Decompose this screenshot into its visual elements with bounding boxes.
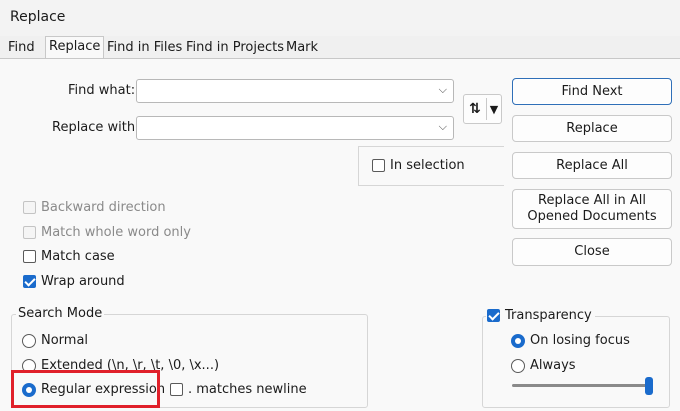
matches-newline-checkbox[interactable] <box>170 383 183 396</box>
always-radio[interactable] <box>511 358 525 373</box>
chevron-down-icon[interactable]: ⌵ <box>439 120 447 134</box>
swap-arrows-icon[interactable]: ⇅ <box>464 101 486 117</box>
match-case-checkbox[interactable] <box>23 250 36 263</box>
on-losing-focus-radio[interactable] <box>511 333 525 348</box>
match-case-option[interactable]: Match case <box>23 249 115 264</box>
swap-find-replace-button[interactable]: ⇅ ▼ <box>463 94 502 124</box>
transparency-option[interactable]: Transparency <box>486 308 595 323</box>
title-bar: Replace <box>0 0 680 36</box>
in-selection-checkbox[interactable] <box>372 159 385 172</box>
always-label: Always <box>530 358 576 373</box>
regex-highlight-box <box>11 370 160 408</box>
tab-find[interactable]: Find <box>4 37 39 59</box>
tab-find-in-files[interactable]: Find in Files <box>103 37 186 59</box>
find-what-combobox[interactable]: ⌵ <box>136 79 454 103</box>
match-whole-word-label: Match whole word only <box>41 225 191 240</box>
window-title: Replace <box>10 9 66 25</box>
tab-replace[interactable]: Replace <box>45 36 105 59</box>
search-mode-title: Search Mode <box>16 306 105 321</box>
chevron-down-icon[interactable]: ⌵ <box>439 83 447 97</box>
dropdown-arrow-icon[interactable]: ▼ <box>487 103 501 116</box>
backward-direction-label: Backward direction <box>41 200 166 215</box>
backward-direction-option: Backward direction <box>23 200 166 215</box>
tab-bar: Find Replace Find in Files Find in Proje… <box>0 36 680 59</box>
replace-all-opened-documents-button[interactable]: Replace All in All Opened Documents <box>512 189 672 229</box>
always-option[interactable]: Always <box>511 358 576 373</box>
close-button[interactable]: Close <box>512 238 672 266</box>
tab-mark[interactable]: Mark <box>282 37 322 59</box>
normal-mode-option[interactable]: Normal <box>22 333 88 348</box>
replace-with-combobox[interactable]: ⌵ <box>136 116 454 140</box>
on-losing-focus-option[interactable]: On losing focus <box>511 333 630 348</box>
normal-mode-radio[interactable] <box>22 333 36 348</box>
wrap-around-checkbox[interactable] <box>23 275 36 288</box>
transparency-checkbox[interactable] <box>487 309 500 322</box>
in-selection-label: In selection <box>390 158 465 173</box>
in-selection-option[interactable]: In selection <box>372 158 465 173</box>
find-what-label: Find what: <box>68 83 136 98</box>
find-next-button[interactable]: Find Next <box>512 78 672 105</box>
transparency-slider-track[interactable] <box>512 384 652 387</box>
match-case-label: Match case <box>41 249 115 264</box>
match-whole-word-option: Match whole word only <box>23 225 191 240</box>
replace-all-button[interactable]: Replace All <box>512 152 672 179</box>
wrap-around-label: Wrap around <box>41 274 125 289</box>
replace-with-label: Replace with: <box>52 120 140 135</box>
replace-button[interactable]: Replace <box>512 115 672 142</box>
on-losing-focus-label: On losing focus <box>530 333 630 348</box>
normal-mode-label: Normal <box>41 333 89 348</box>
transparency-slider-thumb[interactable] <box>645 377 653 395</box>
match-whole-word-checkbox <box>23 226 36 239</box>
backward-direction-checkbox <box>23 201 36 214</box>
matches-newline-option[interactable]: . matches newline <box>170 382 307 397</box>
tab-find-in-projects[interactable]: Find in Projects <box>182 37 288 59</box>
wrap-around-option[interactable]: Wrap around <box>23 274 125 289</box>
transparency-label: Transparency <box>505 308 592 323</box>
matches-newline-label: . matches newline <box>188 382 307 397</box>
